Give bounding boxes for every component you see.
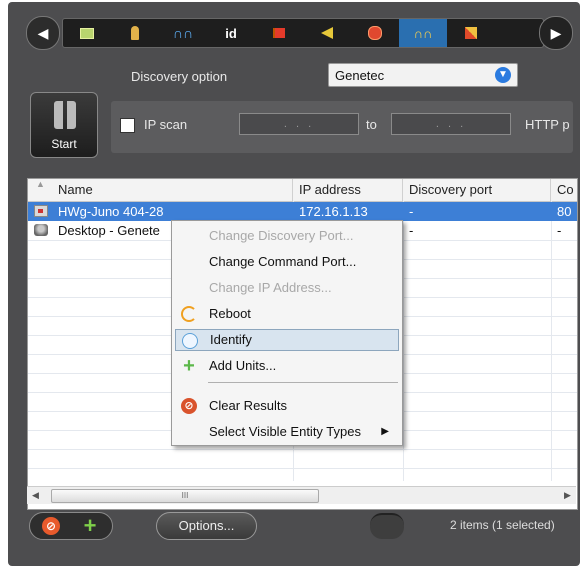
binoculars-icon — [54, 101, 76, 129]
start-button[interactable]: Start — [30, 92, 98, 158]
column-header-command-port[interactable]: Co — [551, 179, 577, 201]
column-header-name[interactable]: Name — [28, 179, 293, 201]
grid-line — [403, 201, 404, 481]
cell-command-port: 80 — [557, 204, 572, 219]
menu-item-change-command-port[interactable]: Change Command Port... — [175, 251, 399, 273]
menu-item-add-units[interactable]: + Add Units... — [175, 355, 399, 377]
tab-red-dot[interactable] — [351, 19, 399, 47]
discovery-option-label: Discovery option — [131, 69, 228, 84]
menu-separator — [208, 382, 398, 383]
scroll-right-icon[interactable]: ▶ — [559, 487, 576, 504]
context-menu: Change Discovery Port... Change Command … — [171, 220, 403, 446]
to-label: to — [366, 117, 377, 132]
computer-icon — [34, 224, 48, 236]
scroll-left-icon[interactable]: ◀ — [27, 487, 44, 504]
menu-item-identify[interactable]: Identify — [175, 329, 399, 351]
nav-back-button[interactable]: ◀ — [26, 16, 60, 50]
menu-item-reboot[interactable]: Reboot — [175, 303, 399, 325]
menu-item-label: Clear Results — [209, 398, 288, 413]
menu-item-label: Reboot — [209, 306, 251, 321]
http-port-label: HTTP p — [525, 117, 570, 132]
tab-horn[interactable] — [303, 19, 351, 47]
discovery-option-select[interactable]: Genetec ▼ — [328, 63, 518, 87]
tab-strip: ∩∩ id ∩∩ — [62, 18, 544, 48]
tab-id-card[interactable] — [63, 19, 111, 47]
tools-icon — [465, 27, 477, 39]
tab-tools[interactable] — [447, 19, 495, 47]
tab-unit-discovery[interactable]: ∩∩ — [399, 19, 447, 47]
start-label: Start — [51, 137, 77, 151]
binoculars-blue-icon: ∩∩ — [172, 25, 194, 41]
camera-icon — [34, 205, 48, 217]
menu-item-change-ip-address[interactable]: Change IP Address... — [175, 277, 399, 299]
nav-forward-button[interactable]: ▶ — [539, 16, 573, 50]
clear-icon: ⊘ — [181, 398, 197, 414]
id-text-icon: id — [225, 25, 237, 41]
splitter-handle[interactable] — [370, 513, 404, 539]
reboot-icon — [181, 306, 197, 322]
tab-person[interactable] — [111, 19, 159, 47]
clear-add-button-group: ⊘ + — [29, 512, 113, 540]
options-button[interactable]: Options... — [156, 512, 257, 540]
table-header: ▲ Name IP address Discovery port Co — [28, 179, 577, 202]
submenu-arrow-icon: ▶ — [381, 426, 389, 437]
grid-line — [551, 201, 552, 481]
column-header-discovery-port[interactable]: Discovery port — [403, 179, 551, 201]
grid-line — [28, 449, 577, 450]
ip-from-field[interactable]: . . . — [239, 113, 359, 135]
cell-ip: 172.16.1.13 — [299, 204, 368, 219]
tab-flag[interactable] — [255, 19, 303, 47]
menu-item-clear-results[interactable]: ⊘ Clear Results — [175, 395, 399, 417]
status-text: 2 items (1 selected) — [450, 518, 555, 532]
menu-item-label: Add Units... — [209, 358, 277, 373]
red-dot-icon — [368, 26, 382, 40]
horn-icon — [321, 27, 333, 39]
cell-discovery-port: - — [409, 223, 414, 238]
discovery-option-value: Genetec — [335, 68, 385, 83]
add-icon: + — [183, 355, 195, 377]
identify-icon — [182, 333, 198, 349]
top-toolbar: ◀ ∩∩ id ∩∩ ▶ — [18, 12, 576, 52]
horizontal-scrollbar[interactable]: ◀ III ▶ — [27, 486, 576, 504]
menu-item-label: Identify — [210, 332, 252, 347]
id-card-icon — [80, 27, 94, 39]
clear-results-button[interactable]: ⊘ — [42, 517, 60, 535]
scrollbar-thumb[interactable]: III — [51, 489, 319, 503]
person-icon — [131, 26, 139, 40]
grid-line — [28, 468, 577, 469]
cell-discovery-port: - — [409, 204, 414, 219]
cell-name: HWg-Juno 404-28 — [58, 204, 164, 219]
table-row[interactable]: HWg-Juno 404-28 172.16.1.13 - 80 — [28, 202, 577, 221]
ip-scan-checkbox[interactable] — [120, 118, 135, 133]
chevron-down-icon: ▼ — [495, 67, 511, 83]
ip-to-field[interactable]: . . . — [391, 113, 511, 135]
ip-scan-label: IP scan — [144, 117, 188, 132]
menu-item-select-visible-entity-types[interactable]: Select Visible Entity Types ▶ — [175, 421, 399, 443]
binoculars-active-icon: ∩∩ — [413, 25, 433, 41]
menu-item-label: Select Visible Entity Types — [209, 424, 361, 439]
red-flag-icon — [273, 28, 285, 38]
menu-item-change-discovery-port[interactable]: Change Discovery Port... — [175, 225, 399, 247]
add-units-button[interactable]: + — [80, 515, 100, 537]
cell-command-port: - — [557, 223, 562, 238]
tab-discovery-blue[interactable]: ∩∩ — [159, 19, 207, 47]
tab-id[interactable]: id — [207, 19, 255, 47]
column-header-ip[interactable]: IP address — [293, 179, 403, 201]
